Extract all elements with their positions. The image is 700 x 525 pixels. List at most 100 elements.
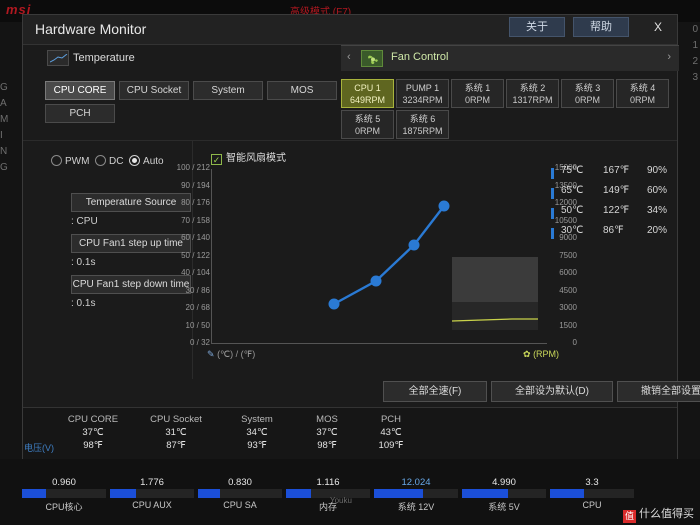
sensor-button-cpu-socket[interactable]: CPU Socket — [119, 81, 189, 100]
voltage-cpu-core-bar — [22, 489, 106, 498]
voltage-cpu-sa-bar — [198, 489, 282, 498]
status-pch: PCH 43℃ 109℉ — [359, 413, 423, 452]
bios-right-char-3: 3 — [692, 72, 698, 83]
fan-button-pump1[interactable]: PUMP 1 3234RPM — [396, 79, 449, 108]
fan-button-sys3[interactable]: 系统 3 0RPM — [561, 79, 614, 108]
voltage-sys-5v-value: 4.990 — [492, 477, 516, 488]
radio-auto[interactable] — [129, 155, 141, 166]
sensor-button-pch[interactable]: PCH — [45, 104, 115, 123]
fan-curve-chart[interactable]: 100 / 212 90 / 194 80 / 176 70 / 158 60 … — [177, 163, 577, 347]
help-button[interactable]: 帮助 — [573, 17, 629, 37]
fan-icon — [361, 50, 383, 67]
voltage-sys-12v-bar-fill — [374, 489, 423, 498]
fan-mode-radio-group: PWM DC Auto — [51, 155, 191, 167]
fan-button-sys5[interactable]: 系统 5 0RPM — [341, 110, 394, 139]
fan-button-sys6[interactable]: 系统 6 1875RPM — [396, 110, 449, 139]
radio-dc[interactable] — [95, 155, 107, 166]
fan-icon-svg — [368, 55, 378, 65]
all-full-speed-button[interactable]: 全部全速(F) — [383, 381, 487, 402]
hardware-monitor-window: Hardware Monitor 关于 帮助 X Temperature ‹ F… — [22, 14, 700, 510]
tab-temperature-label: Temperature — [73, 52, 135, 64]
temperature-status-strip: CPU CORE 37℃ 98℉ CPU Socket 31℃ 87℉ Syst… — [23, 407, 677, 459]
fan-button-sys4-value: 0RPM — [629, 95, 655, 105]
radio-auto-label: Auto — [143, 156, 164, 167]
voltage-dram-bar-fill — [286, 489, 311, 498]
status-cpu-socket-name: CPU Socket — [150, 414, 202, 425]
legend-bar-2 — [551, 208, 554, 219]
voltage-sys-5v-label: 系统 5V — [488, 502, 520, 512]
tab-fan-control-label: Fan Control — [391, 51, 449, 63]
legend-fahrenheit-1: 149℉ — [603, 185, 630, 196]
voltage-cpu-core-bar-fill — [22, 489, 46, 498]
fan-button-sys5-name: 系统 5 — [354, 114, 381, 124]
radio-pwm[interactable] — [51, 155, 62, 166]
y-left-10: 0 / 32 — [189, 338, 210, 347]
status-mos-celsius: 37℃ — [316, 427, 338, 438]
y-left-1: 90 / 194 — [181, 180, 210, 190]
y-right-5: 7500 — [559, 250, 577, 260]
sensor-button-cpu-core[interactable]: CPU CORE — [45, 81, 115, 100]
step-down-time-button[interactable]: CPU Fan1 step down time — [71, 275, 191, 294]
status-cpu-socket-fahrenheit: 87℉ — [166, 440, 186, 451]
fan-curve-point-1[interactable] — [370, 275, 382, 287]
temperature-source-value: : CPU — [71, 216, 98, 227]
fan-button-sys1[interactable]: 系统 1 0RPM — [451, 79, 504, 108]
fan-button-pump1-value: 3234RPM — [402, 95, 443, 105]
status-cpu-core-fahrenheit: 98℉ — [83, 440, 103, 451]
voltage-cpu-core-value: 0.960 — [52, 477, 76, 488]
y-left-6: 40 / 104 — [181, 268, 210, 277]
sensor-fan-bar: CPU CORE CPU Socket System MOS PCH CPU 1… — [23, 71, 677, 141]
legend-row-2: 50℃ 122℉ 34% — [551, 205, 669, 225]
undo-all-button[interactable]: 撤销全部设置(C) — [617, 381, 700, 402]
voltage-cpu-aux-bar — [110, 489, 194, 498]
fan-button-cpu1-value: 649RPM — [349, 95, 385, 105]
voltage-cpu-33v-bar-fill — [550, 489, 584, 498]
legend-fahrenheit-2: 122℉ — [603, 205, 630, 216]
voltage-sys-5v-bar-fill — [462, 489, 508, 498]
voltage-cpu-core-label: CPU核心 — [45, 502, 83, 512]
legend-percent-0: 90% — [647, 165, 668, 176]
y-right-6: 6000 — [559, 268, 577, 277]
sensor-button-system[interactable]: System — [193, 81, 263, 100]
legend-percent-2: 34% — [647, 205, 668, 216]
smart-fan-mode-checkbox[interactable]: ✓ — [211, 154, 222, 165]
all-default-button[interactable]: 全部设为默认(D) — [491, 381, 613, 402]
legend-bar-1 — [551, 188, 554, 199]
y-left-8: 20 / 68 — [185, 303, 210, 312]
about-button[interactable]: 关于 — [509, 17, 565, 37]
close-icon[interactable]: X — [647, 17, 669, 37]
fan-button-sys2[interactable]: 系统 2 1317RPM — [506, 79, 559, 108]
fan-curve-point-2[interactable] — [408, 239, 420, 251]
status-cpu-socket: CPU Socket 31℃ 87℉ — [133, 413, 219, 452]
fan-button-sys4[interactable]: 系统 4 0RPM — [616, 79, 669, 108]
tab-fan-control[interactable]: ‹ Fan Control › — [341, 45, 679, 71]
chevron-left-icon[interactable]: ‹ — [347, 51, 351, 63]
status-cpu-core-celsius: 37℃ — [82, 427, 104, 438]
voltage-cpu-aux-label: CPU AUX — [132, 500, 172, 510]
step-up-time-button[interactable]: CPU Fan1 step up time — [71, 234, 191, 253]
fan-button-sys3-value: 0RPM — [574, 95, 600, 105]
fan-curve-pane: ✓ 智能风扇模式 100 / 212 90 / 194 80 / 176 70 /… — [177, 141, 677, 379]
legend-row-3: 30℃ 86℉ 20% — [551, 225, 669, 245]
status-system-celsius: 34℃ — [246, 427, 268, 438]
fan-button-cpu1[interactable]: CPU 1 649RPM — [341, 79, 394, 108]
chevron-right-icon[interactable]: › — [667, 51, 671, 63]
voltage-cpu-33v-bar — [550, 489, 634, 498]
fan-button-sys2-value: 1317RPM — [512, 95, 553, 105]
voltage-cpu-sa-label: CPU SA — [223, 500, 257, 510]
fan-curve-point-3[interactable] — [438, 200, 450, 212]
legend-celsius-2: 50℃ — [561, 205, 584, 216]
sensor-button-mos[interactable]: MOS — [267, 81, 337, 100]
bios-left-char-4: N — [0, 146, 8, 157]
status-system-name: System — [241, 414, 273, 425]
tab-temperature[interactable]: Temperature — [47, 47, 135, 69]
temperature-source-button[interactable]: Temperature Source — [71, 193, 191, 212]
fan-curve-point-0[interactable] — [328, 298, 340, 310]
fan-small-icon: ✿ — [523, 349, 531, 359]
legend-fahrenheit-0: 167℉ — [603, 165, 630, 176]
smart-fan-mode-row[interactable]: ✓ 智能风扇模式 — [211, 149, 286, 165]
fan-button-sys6-value: 1875RPM — [402, 126, 443, 136]
fan-curve-svg[interactable] — [212, 169, 548, 344]
pen-celsius-icon: ✎ — [207, 349, 215, 359]
voltage-cpu-33v-label: CPU — [582, 500, 602, 510]
